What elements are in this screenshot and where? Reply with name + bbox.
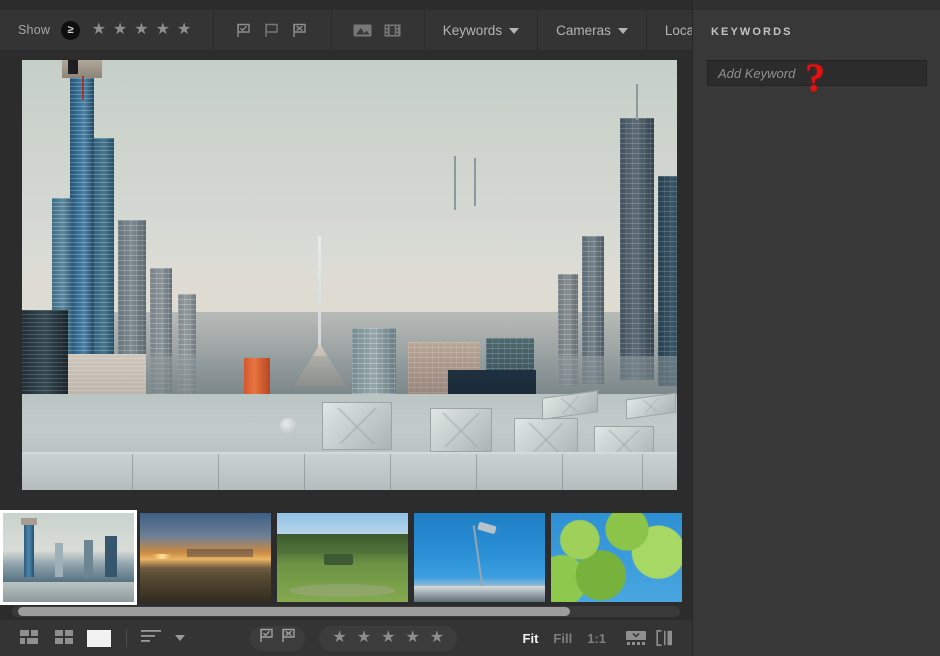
- show-label: Show: [18, 23, 51, 37]
- zoom-fill-button[interactable]: Fill: [553, 631, 572, 646]
- photo-stage[interactable]: [0, 50, 692, 505]
- keywords-dropdown-label: Keywords: [442, 22, 503, 38]
- filter-rating-group: Show ≥ ★ ★ ★ ★ ★: [0, 10, 214, 50]
- filmstrip-scrollbar-thumb[interactable]: [18, 607, 570, 616]
- zoom-1to1-button[interactable]: 1:1: [587, 631, 606, 646]
- rating-star-3[interactable]: ★: [134, 22, 148, 38]
- flag-unflagged-icon[interactable]: [259, 17, 285, 43]
- compare-view-icon[interactable]: [650, 627, 678, 649]
- videos-icon[interactable]: [378, 17, 408, 43]
- thumb-sunset-cityscape[interactable]: [137, 510, 274, 605]
- rating-star-4[interactable]: ★: [156, 22, 170, 38]
- info-overlay-icon[interactable]: [622, 627, 650, 649]
- photo-crane-a: [454, 156, 456, 210]
- flag-picked-icon[interactable]: [259, 628, 274, 648]
- thumb-park-bench-image: [277, 513, 408, 602]
- photo-crane-b: [474, 158, 476, 206]
- photo-antenna-right: [636, 84, 638, 120]
- rating-operator-badge[interactable]: ≥: [61, 20, 81, 40]
- flag-picked-icon[interactable]: [231, 17, 257, 43]
- cameras-dropdown-label: Cameras: [556, 22, 611, 38]
- annotation-question-marker: ?: [805, 55, 825, 100]
- cameras-dropdown[interactable]: Cameras: [538, 10, 646, 50]
- flag-rejected-icon[interactable]: [281, 628, 296, 648]
- filmstrip-row: [0, 510, 692, 605]
- grid-view-compact-icon[interactable]: [18, 627, 44, 649]
- photo-glass-block: [352, 328, 396, 398]
- rating-star-5[interactable]: ★: [177, 22, 191, 38]
- filter-flag-group: [214, 10, 332, 50]
- thumb-green-trees[interactable]: [548, 510, 685, 605]
- grid-view-icon[interactable]: [52, 627, 78, 649]
- chevron-down-icon[interactable]: [175, 635, 185, 641]
- thumb-melbourne-skyline[interactable]: [0, 510, 137, 605]
- rating-stars[interactable]: ★ ★ ★ ★ ★: [88, 22, 213, 38]
- photo-satellite-dish: [280, 418, 296, 434]
- toolbar-star-5[interactable]: ★: [430, 630, 444, 646]
- thumb-street-lamp[interactable]: [411, 510, 548, 605]
- lightroom-library-window: Show ≥ ★ ★ ★ ★ ★ Keywords Cameras ★ ★ ★ …: [0, 0, 940, 656]
- filter-column-cameras[interactable]: Cameras: [538, 10, 647, 50]
- library-filter-bar: Show ≥ ★ ★ ★ ★ ★ Keywords Cameras: [0, 10, 740, 50]
- loupe-view-active-indicator: [87, 629, 111, 647]
- photo-ac-unit-1: [322, 402, 392, 450]
- thumb-street-lamp-image: [414, 513, 545, 602]
- toolbar-star-3[interactable]: ★: [381, 630, 395, 646]
- loupe-photo-melbourne-skyline[interactable]: [22, 60, 677, 498]
- thumb-melbourne-skyline-image: [3, 513, 134, 602]
- toolbar-star-2[interactable]: ★: [357, 630, 371, 646]
- photo-vent-hood-1: [542, 390, 598, 420]
- toolbar-star-1[interactable]: ★: [332, 630, 346, 646]
- loupe-view-icon[interactable]: [86, 627, 112, 649]
- panel-title: KEYWORDS: [711, 26, 793, 38]
- photo-eureka-red-mark: [82, 76, 84, 100]
- add-keyword-placeholder: Add Keyword: [718, 65, 796, 81]
- thumb-park-bench[interactable]: [274, 510, 411, 605]
- photo-tower-right-dark: [658, 176, 677, 386]
- photo-frame-bottom-edge: [22, 490, 677, 498]
- toolbar-star-4[interactable]: ★: [405, 630, 419, 646]
- sort-icon[interactable]: [141, 629, 163, 648]
- rating-star-1[interactable]: ★: [92, 22, 106, 38]
- filter-column-keywords[interactable]: Keywords: [425, 10, 539, 50]
- zoom-fit-button[interactable]: Fit: [523, 631, 539, 646]
- flag-filter-group: [250, 625, 306, 651]
- rating-star-2[interactable]: ★: [113, 22, 127, 38]
- photo-ac-unit-2: [430, 408, 492, 452]
- chevron-down-icon: [509, 28, 520, 34]
- chevron-down-icon: [617, 28, 628, 34]
- bottom-toolbar: ★ ★ ★ ★ ★ Fit Fill 1:1: [0, 620, 692, 656]
- photo-rooftop-deck: [22, 390, 677, 498]
- content-column: Show ≥ ★ ★ ★ ★ ★ Keywords Cameras ★ ★ ★ …: [0, 0, 740, 656]
- photo-eureka-crown-slot: [68, 60, 78, 74]
- keywords-dropdown[interactable]: Keywords: [425, 10, 537, 50]
- filter-media-group: [332, 10, 425, 50]
- photo-vent-hood-2: [626, 392, 676, 420]
- toolbar-divider: [126, 629, 127, 647]
- zoom-level-group: Fit Fill 1:1: [523, 631, 606, 646]
- photos-icon[interactable]: [348, 17, 378, 43]
- rating-stars-toolbar[interactable]: ★ ★ ★ ★ ★: [319, 625, 458, 651]
- filmstrip: [0, 505, 692, 618]
- thumb-green-trees-image: [551, 513, 682, 602]
- photo-tower-right-tall: [620, 118, 654, 380]
- flag-rejected-icon[interactable]: [287, 17, 313, 43]
- sort-order-control[interactable]: [141, 629, 185, 648]
- filmstrip-scrollbar-track[interactable]: [12, 606, 680, 617]
- thumb-sunset-cityscape-image: [140, 513, 271, 602]
- photo-arts-centre-spire: [318, 236, 321, 348]
- panel-top-strip: [693, 0, 940, 10]
